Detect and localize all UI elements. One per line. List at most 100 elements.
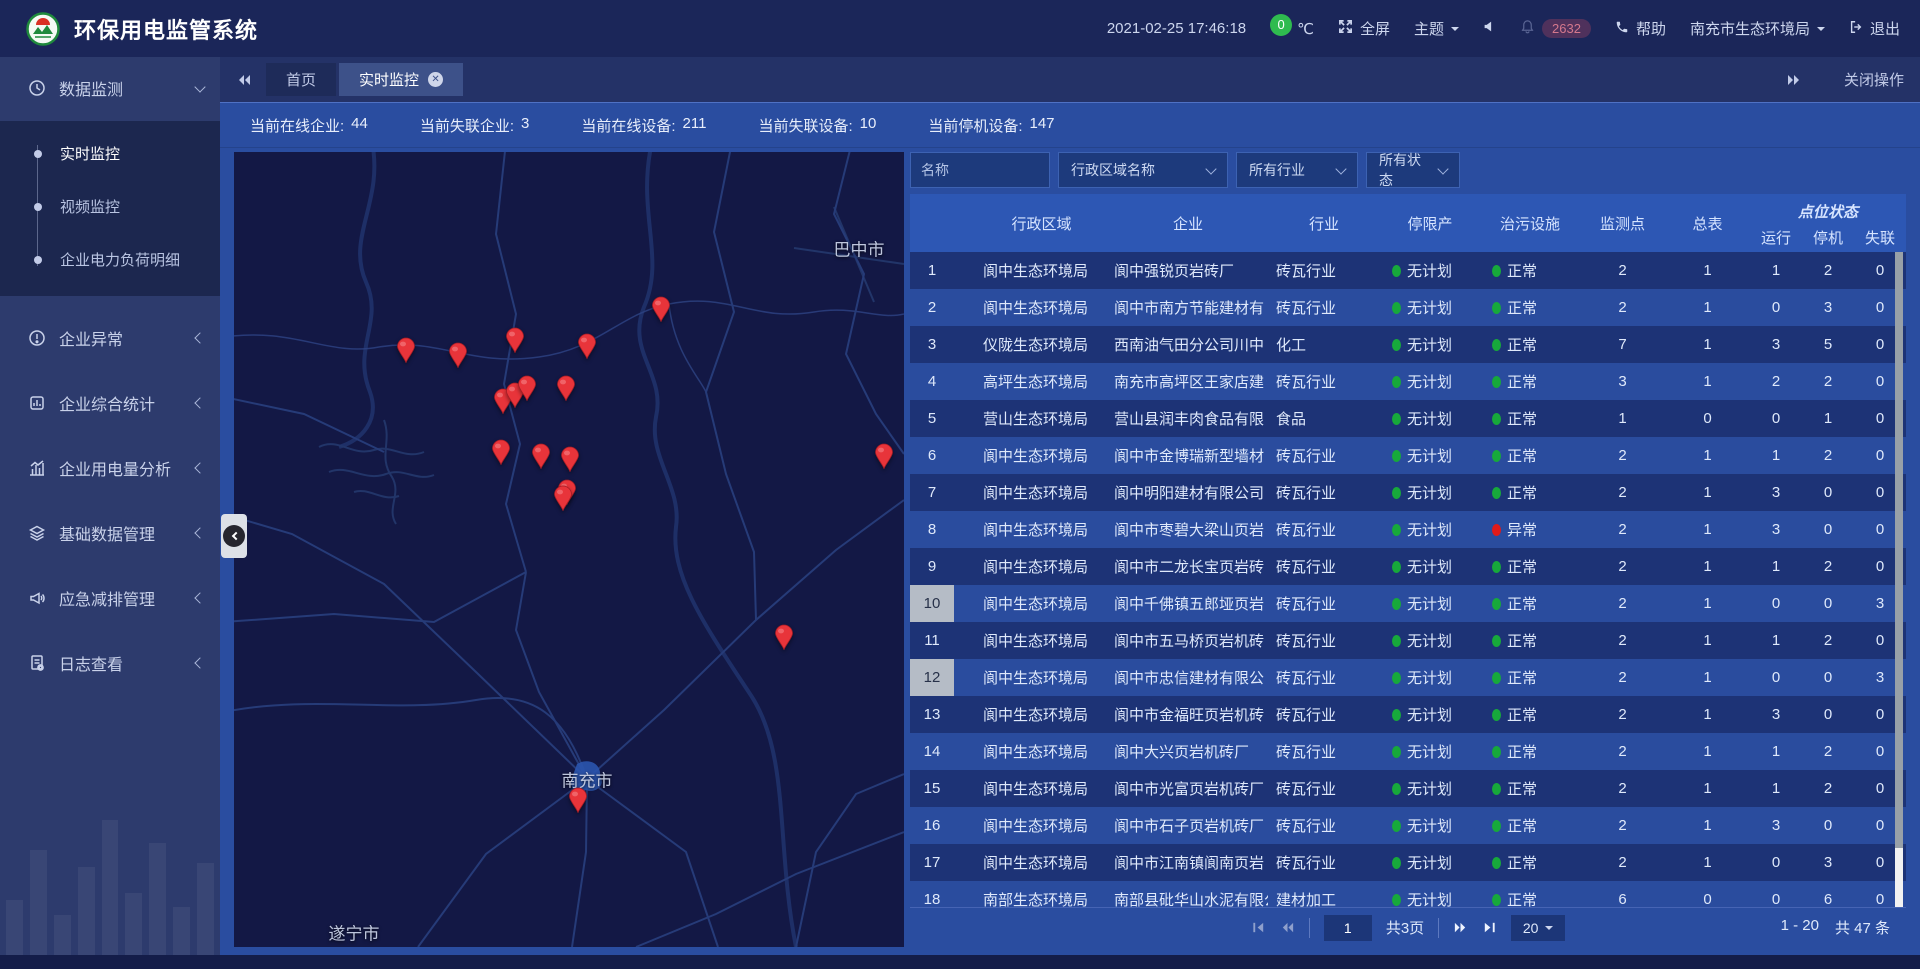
logout-button[interactable]: 退出 [1849,18,1900,39]
last-page-button[interactable] [1482,920,1497,935]
chevron-left-icon [194,592,205,603]
cell-monitor: 2 [1580,484,1665,501]
cell-company: 阆中千佛镇五郎垭页岩 [1108,593,1268,614]
table-row[interactable]: 8 阆中生态环境局 阆中市枣碧大梁山页岩 砖瓦行业 无计划 异常 2 1 3 0 [910,511,1906,548]
sidebar-item-company-abnormal[interactable]: 企业异常 [0,315,220,361]
table-scrollbar[interactable] [1895,252,1903,907]
map-pin-icon[interactable] [874,443,894,469]
map-pin-icon[interactable] [531,443,551,469]
map-panel[interactable]: 巴中市 南充市 遂宁市 [234,152,904,947]
table-row[interactable]: 16 阆中生态环境局 阆中市石子页岩机砖厂 砖瓦行业 无计划 正常 2 1 3 … [910,807,1906,844]
cell-stop: 0 [1802,484,1854,501]
cell-industry: 砖瓦行业 [1268,371,1380,392]
sidebar-item-company-statistics[interactable]: 企业综合统计 [0,380,220,426]
cell-facility: 正常 [1480,630,1580,651]
table-row[interactable]: 4 高坪生态环境局 南充市高坪区王家店建 砖瓦行业 无计划 正常 3 1 2 2 [910,363,1906,400]
cell-company: 阆中市光富页岩机砖厂 [1108,778,1268,799]
table-row[interactable]: 17 阆中生态环境局 阆中市江南镇阆南页岩 砖瓦行业 无计划 正常 2 1 0 … [910,844,1906,881]
page-size-select[interactable]: 20 [1511,915,1565,941]
help-button[interactable]: 帮助 [1615,18,1666,39]
sound-toggle[interactable] [1483,20,1496,37]
sidebar-item-label: 日志查看 [59,651,123,675]
cell-stop: 0 [1802,669,1854,686]
sidebar-subitem-video-monitor[interactable]: 视频监控 [0,180,220,233]
sidebar-item-data-monitor[interactable]: 数据监测 [0,65,220,111]
table-row[interactable]: 18 南部生态环境局 南部县砒华山水泥有限公 建材加工 无计划 正常 6 0 0… [910,881,1906,907]
fullscreen-button[interactable]: 全屏 [1338,18,1390,39]
row-number: 16 [910,807,954,844]
close-operations-button[interactable]: 关闭操作 [1844,69,1904,90]
next-page-button[interactable] [1453,920,1468,935]
table-row[interactable]: 12 阆中生态环境局 阆中市忠信建材有限公 砖瓦行业 无计划 正常 2 1 0 … [910,659,1906,696]
tab-home[interactable]: 首页 [266,63,336,96]
status-select[interactable]: 所有状态 [1366,152,1460,188]
sidebar-subitem-power-load-detail[interactable]: 企业电力负荷明细 [0,233,220,286]
map-pin-icon[interactable] [491,439,511,465]
cell-industry: 砖瓦行业 [1268,297,1380,318]
region-select[interactable]: 行政区域名称 [1058,152,1228,188]
cell-stop: 2 [1802,373,1854,390]
map-pin-icon[interactable] [556,375,576,401]
city-label: 巴中市 [834,236,885,261]
tabs-scroll-right-button[interactable] [1786,72,1802,88]
cell-stop: 2 [1802,262,1854,279]
table-row[interactable]: 15 阆中生态环境局 阆中市光富页岩机砖厂 砖瓦行业 无计划 正常 2 1 1 … [910,770,1906,807]
map-pin-icon[interactable] [577,333,597,359]
map-pin-icon[interactable] [560,446,580,472]
first-page-button[interactable] [1251,920,1266,935]
cell-stop: 1 [1802,410,1854,427]
table-row[interactable]: 9 阆中生态环境局 阆中市二龙长宝页岩砖 砖瓦行业 无计划 正常 2 1 1 2 [910,548,1906,585]
map-pin-icon[interactable] [568,787,588,813]
stats-bar: 当前在线企业: 44 当前失联企业: 3 当前在线设备: 211 当前失联设备:… [220,102,1920,148]
table-row[interactable]: 7 阆中生态环境局 阆中明阳建材有限公司 砖瓦行业 无计划 正常 2 1 3 0 [910,474,1906,511]
cell-limit: 无计划 [1380,593,1480,614]
map-pin-icon[interactable] [651,296,671,322]
status-dot [1492,450,1501,462]
notifications[interactable]: 2632 [1520,19,1591,38]
page-number-input[interactable] [1324,915,1372,941]
prev-page-button[interactable] [1280,920,1295,935]
sidebar-item-log-view[interactable]: 日志查看 [0,640,220,686]
cell-company: 阆中市南方节能建材有 [1108,297,1268,318]
sidebar-item-base-data[interactable]: 基础数据管理 [0,510,220,556]
map-pin-icon[interactable] [774,624,794,650]
table-row[interactable]: 3 仪陇生态环境局 西南油气田分公司川中 化工 无计划 正常 7 1 3 5 0 [910,326,1906,363]
cell-limit: 无计划 [1380,667,1480,688]
map-collapse-handle[interactable] [221,514,247,558]
sidebar-subitem-realtime-monitor[interactable]: 实时监控 [0,127,220,180]
map-pin-icon[interactable] [505,327,525,353]
table-row[interactable]: 11 阆中生态环境局 阆中市五马桥页岩机砖 砖瓦行业 无计划 正常 2 1 1 … [910,622,1906,659]
temperature-badge: 0 [1270,14,1292,36]
sidebar-item-power-analysis[interactable]: 企业用电量分析 [0,445,220,491]
name-search-input[interactable] [910,152,1050,188]
cell-company: 阆中明阳建材有限公司 [1108,482,1268,503]
map-pin-icon[interactable] [448,342,468,368]
map-pin-icon[interactable] [553,485,573,511]
cell-limit: 无计划 [1380,852,1480,873]
status-dot [1392,820,1401,832]
sidebar-item-emergency-reduction[interactable]: 应急减排管理 [0,575,220,621]
map-pin-icon[interactable] [517,375,537,401]
cell-run: 1 [1750,632,1802,649]
table-row[interactable]: 5 营山生态环境局 营山县润丰肉食品有限 食品 无计划 正常 1 0 0 1 0 [910,400,1906,437]
temperature: 0 ℃ [1270,20,1314,38]
table-row[interactable]: 2 阆中生态环境局 阆中市南方节能建材有 砖瓦行业 无计划 正常 2 1 0 3 [910,289,1906,326]
table-row[interactable]: 13 阆中生态环境局 阆中市金福旺页岩机砖 砖瓦行业 无计划 正常 2 1 3 … [910,696,1906,733]
tab-realtime-monitor[interactable]: 实时监控 ✕ [339,63,463,96]
map-pin-icon[interactable] [396,337,416,363]
close-tab-icon[interactable]: ✕ [428,72,443,87]
cell-industry: 砖瓦行业 [1268,667,1380,688]
table-row[interactable]: 10 阆中生态环境局 阆中千佛镇五郎垭页岩 砖瓦行业 无计划 正常 2 1 0 … [910,585,1906,622]
table-row[interactable]: 14 阆中生态环境局 阆中大兴页岩机砖厂 砖瓦行业 无计划 正常 2 1 1 2 [910,733,1906,770]
table-row[interactable]: 6 阆中生态环境局 阆中市金博瑞新型墙材 砖瓦行业 无计划 正常 2 1 1 2 [910,437,1906,474]
status-dot [1492,894,1501,906]
row-number: 5 [910,400,954,437]
org-menu[interactable]: 南充市生态环境局 [1690,18,1825,39]
tabs-scroll-left-button[interactable] [236,72,252,88]
row-number: 12 [910,659,954,696]
cell-meter: 1 [1665,484,1750,501]
theme-menu[interactable]: 主题 [1414,18,1459,39]
scrollbar-thumb[interactable] [1895,252,1903,848]
industry-select[interactable]: 所有行业 [1236,152,1358,188]
table-row[interactable]: 1 阆中生态环境局 阆中强锐页岩砖厂 砖瓦行业 无计划 正常 2 1 1 2 0 [910,252,1906,289]
